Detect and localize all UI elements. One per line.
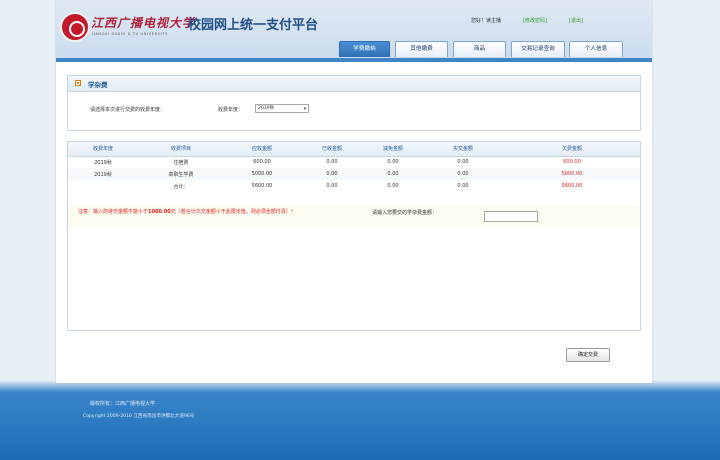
table-cell: 2019秋 — [94, 159, 112, 166]
university-name: 江西广播电视大学 — [91, 16, 196, 30]
table-cell: 0.00 — [300, 168, 364, 180]
confirm-payment-button[interactable]: 确定交费 — [566, 348, 610, 362]
chevron-down-icon: ▾ — [303, 107, 306, 112]
table-cell-arrears: 600.00 — [563, 159, 581, 166]
table-cell-arrears: 5600.00 — [561, 183, 583, 189]
payment-notice-row: 注意：输入的待交金额不能小于1000.00元（若合计欠交金额小于此限定值，则必须… — [68, 206, 640, 228]
header: 江西广播电视大学 JIANGXI RADIO & TV UNIVERSITY 校… — [56, 0, 652, 62]
tab-other-fees[interactable]: 其他缴费 — [395, 41, 448, 57]
footer-copyright-owner: 版权所有：江西广播电视大学 — [90, 401, 156, 407]
table-total-row: 合计： 5600.00 0.00 0.00 0.00 5600.00 — [68, 180, 640, 192]
notice-prefix: 注意：输入的待交金额不能小于 — [78, 209, 149, 215]
page-container: 江西广播电视大学 JIANGXI RADIO & TV UNIVERSITY 校… — [56, 0, 652, 383]
footer-copyright-address: Copyright 2009-2016 江西省南昌市洪都北大道96号 — [83, 414, 195, 419]
table-cell: 0.00 — [387, 159, 399, 166]
table-header-row: 收费年度 收费项目 应收金额 已收金额 减免金额 实交金额 欠费金额 — [68, 142, 640, 157]
table-cell: 0.00 — [326, 159, 338, 166]
welcome-text: 您好！读主播 — [471, 18, 502, 24]
logout-link[interactable]: [退出] — [569, 17, 583, 24]
platform-title: 校园网上统一支付平台 — [188, 18, 319, 33]
tab-transaction-query[interactable]: 交易记录查询 — [511, 41, 565, 57]
panel-bullet-icon — [75, 80, 81, 86]
pay-amount-input[interactable] — [484, 211, 538, 222]
tab-goods[interactable]: 商品 — [453, 41, 506, 57]
change-password-link[interactable]: [修改密码] — [523, 17, 547, 24]
table-cell: 0.00 — [457, 159, 469, 166]
year-select-value: 2019秋 — [258, 106, 275, 111]
total-label: 合计： — [173, 183, 189, 190]
table-cell: 600.00 — [253, 159, 271, 166]
col-header: 减免金额 — [364, 142, 422, 157]
panel-title: 学杂费 — [88, 81, 108, 89]
table-cell-arrears: 5000.00 — [504, 168, 640, 180]
col-header: 欠费金额 — [504, 142, 640, 157]
university-emblem-icon — [60, 12, 90, 42]
table-cell: 0.00 — [387, 183, 399, 189]
fee-table-panel: 收费年度 收费项目 应收金额 已收金额 减免金额 实交金额 欠费金额 2019秋… — [67, 141, 641, 331]
table-cell: 0.00 — [422, 168, 504, 180]
notice-suffix: 元（若合计欠交金额小于此限定值，则必须全部付清）！ — [170, 209, 296, 215]
nav-divider — [56, 58, 652, 62]
year-prompt: 请选择本次进行交费的收费年度： — [90, 107, 166, 113]
table-cell: 高职生学费 — [138, 168, 224, 180]
table-cell: 5000.00 — [224, 168, 300, 180]
university-name-en: JIANGXI RADIO & TV UNIVERSITY — [92, 32, 168, 36]
pay-amount-label: 请输入您要交的学杂费金额： — [372, 210, 438, 216]
col-header: 已收金额 — [300, 142, 364, 157]
col-header: 实交金额 — [422, 142, 504, 157]
table-row: 2019秋 住宿费 600.00 0.00 0.00 0.00 600.00 — [68, 156, 640, 168]
table-cell: 0.00 — [364, 168, 422, 180]
col-header: 收费项目 — [138, 142, 224, 157]
tab-personal-info[interactable]: 个人信息 — [569, 41, 623, 57]
table-cell: 0.00 — [457, 183, 469, 189]
tuition-panel: 学杂费 请选择本次进行交费的收费年度： 收费年度： 2019秋 ▾ — [67, 75, 641, 131]
table-cell: 5600.00 — [251, 183, 273, 189]
payment-notice: 注意：输入的待交金额不能小于1000.00元（若合计欠交金额小于此限定值，则必须… — [78, 209, 374, 216]
col-header: 收费年度 — [68, 142, 138, 157]
table-cell: 2019秋 — [68, 168, 138, 180]
table-row: 2019秋 高职生学费 5000.00 0.00 0.00 0.00 5000.… — [68, 168, 640, 180]
col-header: 应收金额 — [224, 142, 300, 157]
table-cell-empty — [68, 180, 138, 192]
table-cell: 住宿费 — [173, 159, 189, 166]
year-label: 收费年度： — [218, 107, 244, 113]
notice-amount: 1000.00 — [148, 209, 171, 215]
table-cell: 0.00 — [326, 183, 338, 189]
year-select[interactable]: 2019秋 ▾ — [255, 104, 309, 113]
tab-tuition[interactable]: 学费缴纳 — [339, 41, 390, 57]
panel-header: 学杂费 — [68, 76, 640, 92]
fee-table: 收费年度 收费项目 应收金额 已收金额 减免金额 实交金额 欠费金额 2019秋… — [68, 142, 640, 192]
